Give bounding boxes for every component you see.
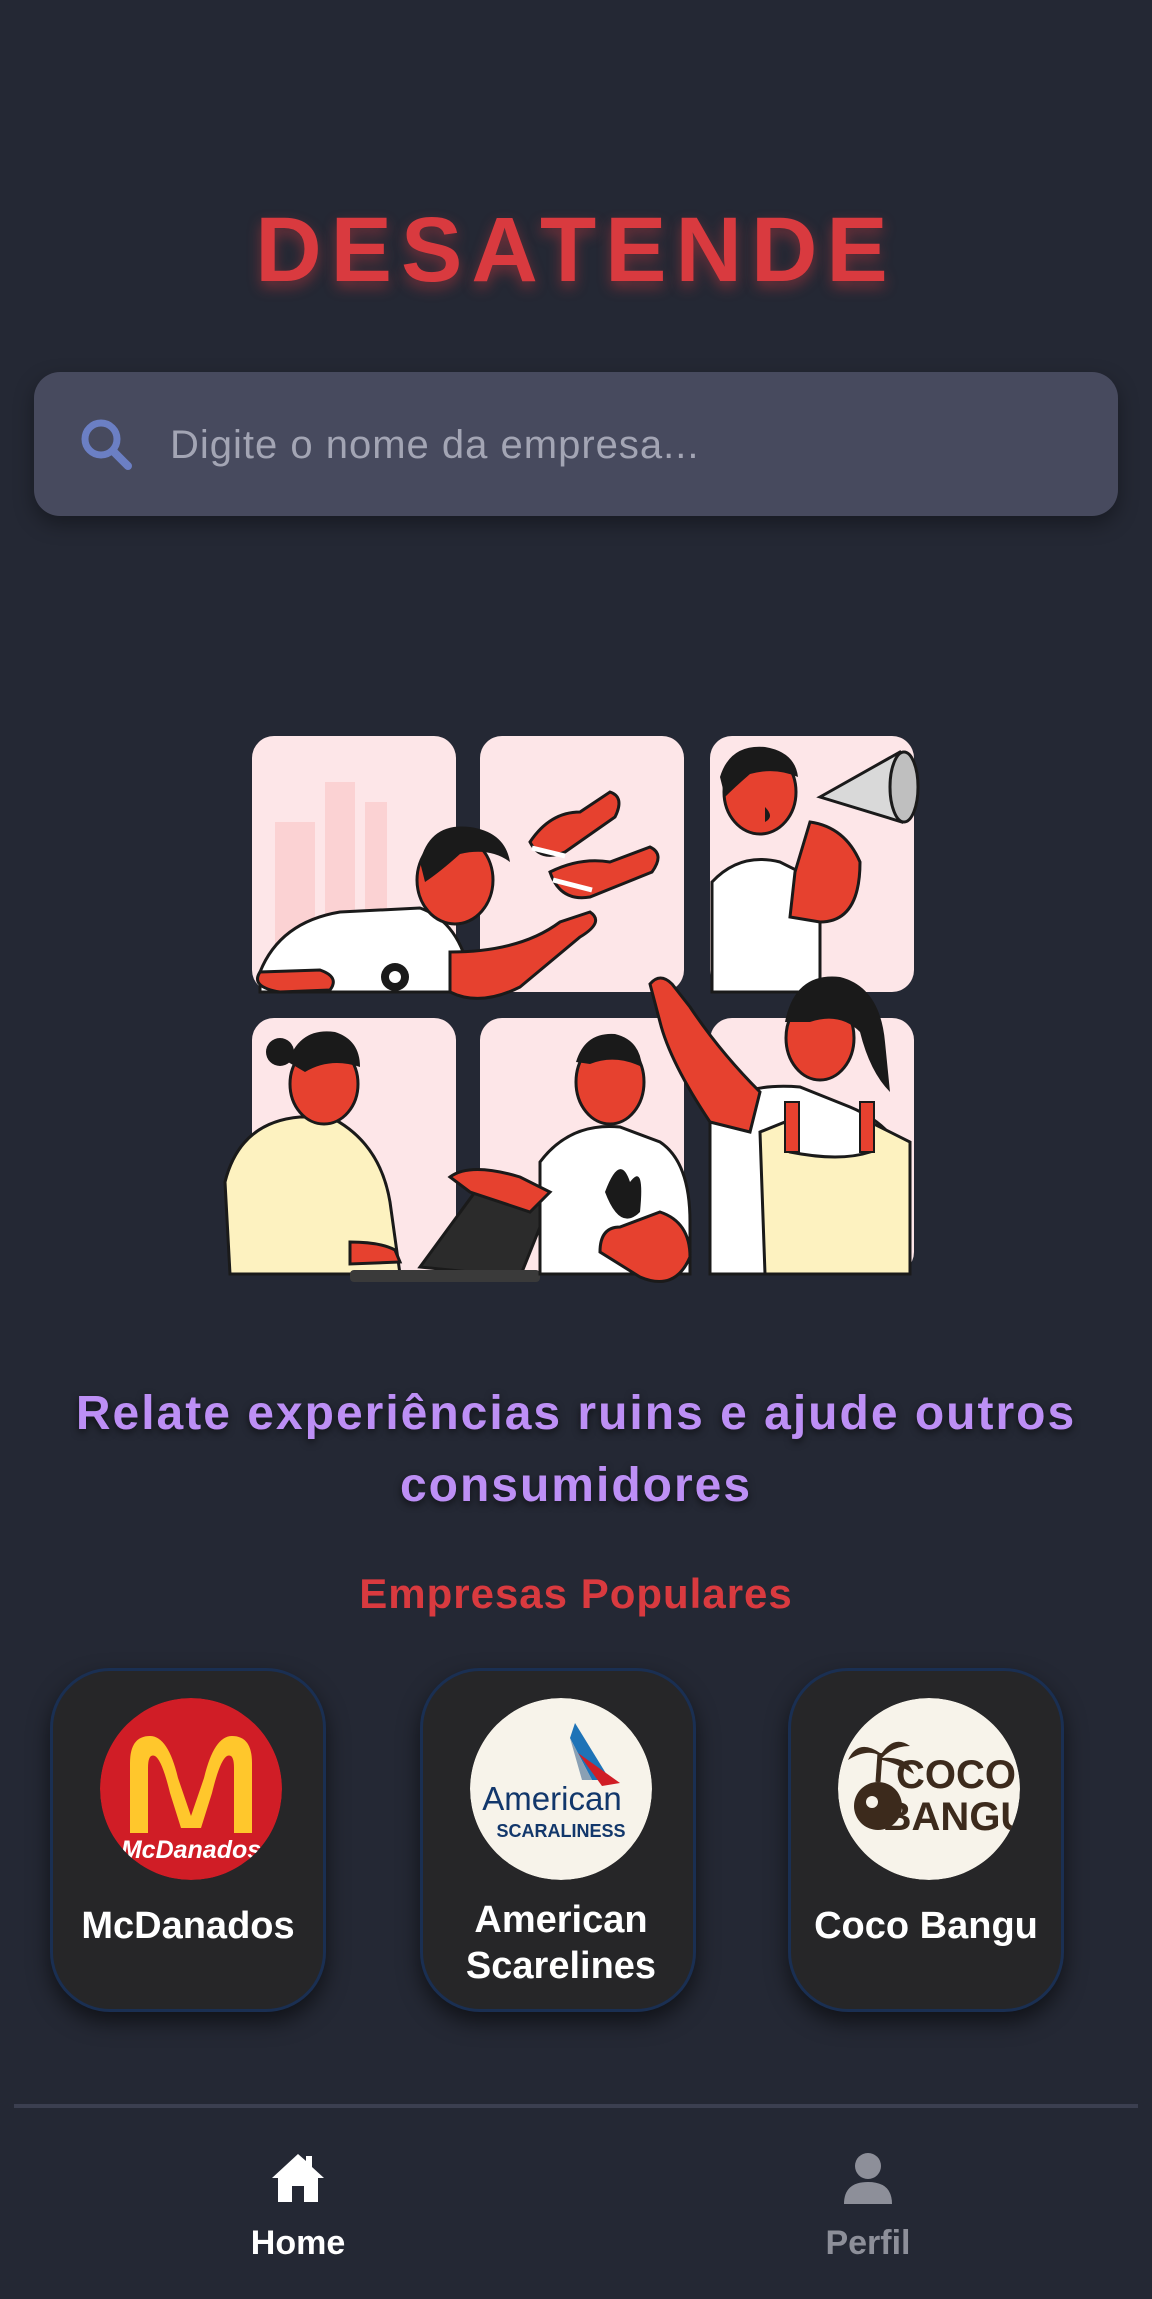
app-title: DESATENDE <box>255 199 897 301</box>
nav-label-perfil: Perfil <box>825 2224 911 2262</box>
nav-item-perfil[interactable]: Perfil <box>718 2148 1018 2278</box>
bangu-logo-text: BANGU <box>883 1795 1020 1839</box>
company-card-mcdanados[interactable]: McDanados McDanados <box>50 1668 326 2012</box>
nav-item-home[interactable]: Home <box>148 2148 448 2278</box>
home-icon <box>272 2154 324 2202</box>
company-name: Coco Bangu <box>814 1905 1038 1947</box>
mcdanados-logo: McDanados <box>100 1698 282 1880</box>
coco-logo-text: COCO <box>896 1753 1016 1797</box>
company-card-coco-bangu[interactable]: COCO BANGU Coco Bangu <box>788 1668 1064 2012</box>
nav-label-home: Home <box>250 2224 346 2262</box>
company-name: American Scarelines <box>465 1899 657 1987</box>
mcdanados-logo-text: McDanados <box>121 1836 261 1864</box>
user-icon <box>844 2153 892 2204</box>
company-name: McDanados <box>81 1905 295 1947</box>
search-bar[interactable] <box>34 372 1118 518</box>
american-logo-text: American <box>482 1780 621 1817</box>
company-card-american-scarelines[interactable]: American SCARALINESS American Scarelines <box>420 1668 696 2012</box>
popular-companies-title: Empresas Populares <box>359 1570 793 1617</box>
scaraliness-logo-text: SCARALINESS <box>496 1821 625 1841</box>
bottom-nav: Home Perfil <box>0 2108 1152 2299</box>
search-input[interactable] <box>168 372 1072 518</box>
coco-bangu-logo: COCO BANGU <box>838 1698 1020 1880</box>
hero-illustration <box>223 736 920 1283</box>
american-scarelines-logo: American SCARALINESS <box>470 1698 652 1880</box>
search-icon <box>81 419 132 470</box>
tagline: Relate experiências ruins e ajude outros… <box>75 1387 1077 1512</box>
